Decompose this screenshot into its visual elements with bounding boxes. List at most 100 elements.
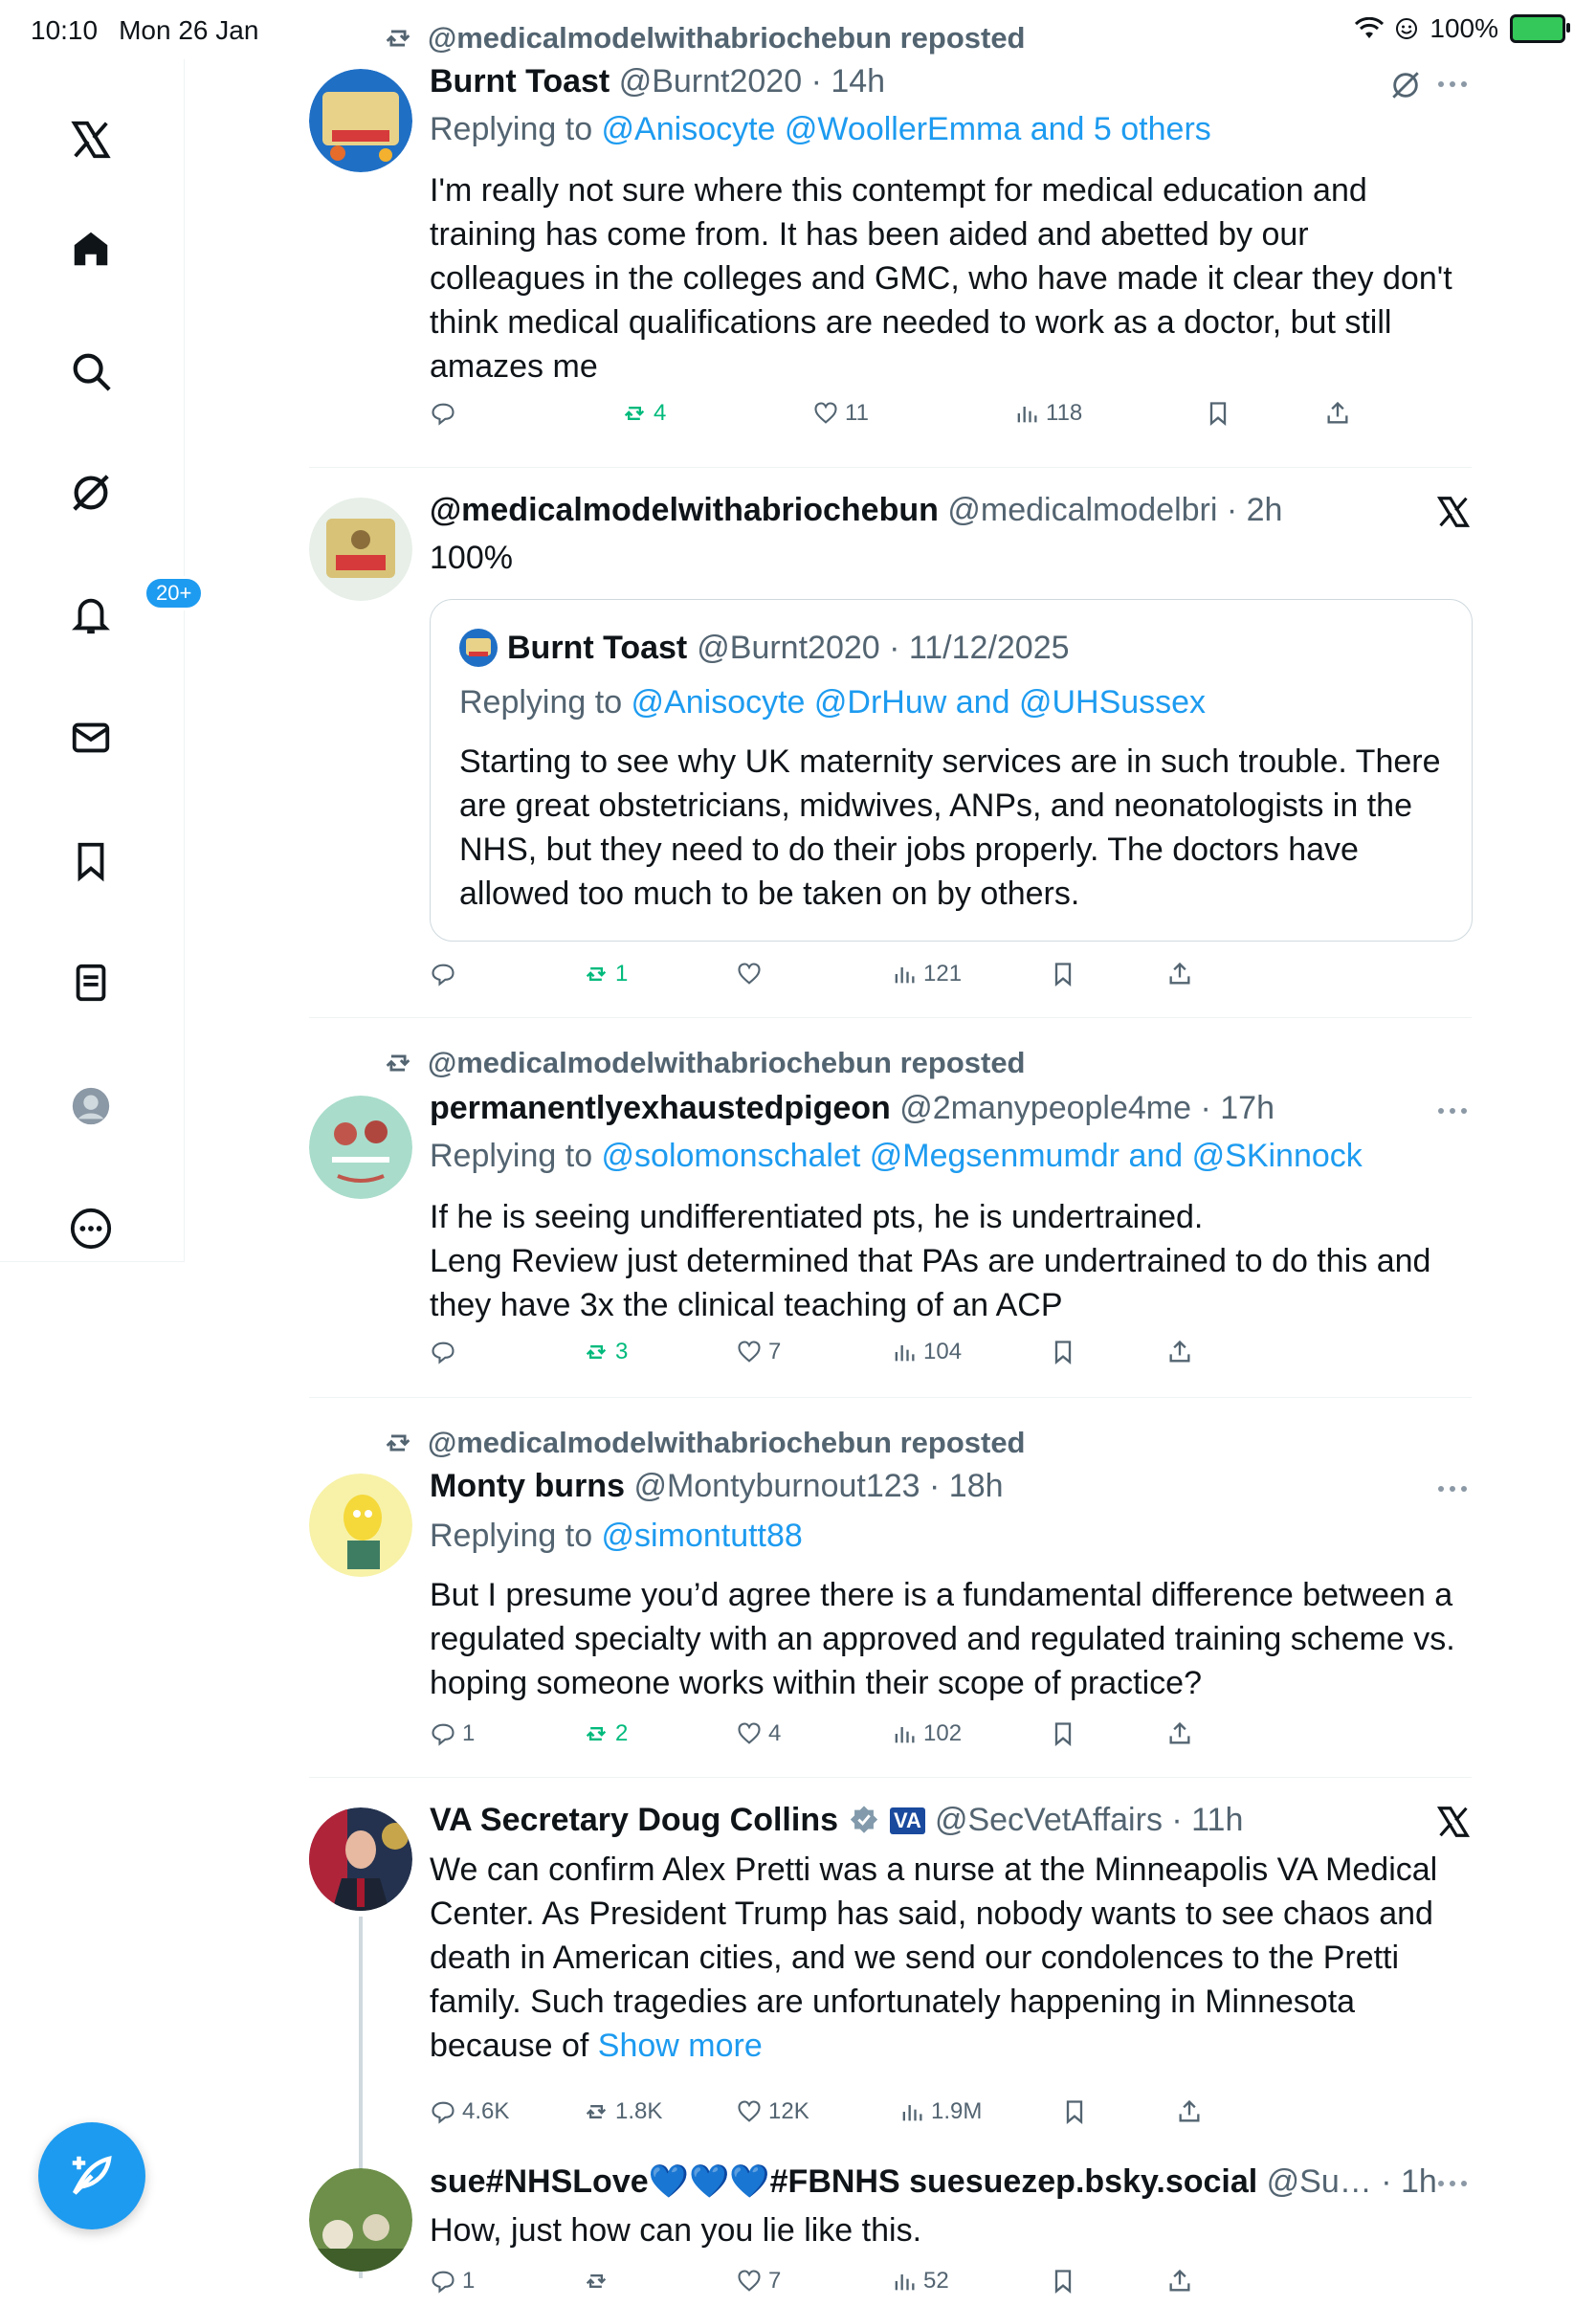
author-handle[interactable]: @medicalmodelbri · 2h (947, 492, 1282, 528)
bookmark-button[interactable] (1050, 1339, 1076, 1365)
like-button[interactable]: 7 (736, 1339, 781, 1365)
reply-button[interactable]: 4.6K (430, 2098, 509, 2125)
bookmark-icon (1054, 1341, 1072, 1364)
sidebar-item-home[interactable] (59, 217, 122, 280)
retweet-icon (624, 407, 645, 420)
reply-button[interactable]: 1 (430, 2268, 475, 2295)
bookmark-button[interactable] (1061, 2098, 1088, 2125)
home-icon (74, 232, 108, 266)
like-button[interactable]: 11 (812, 400, 869, 427)
retweet-button[interactable]: 1 (583, 961, 628, 987)
author-handle[interactable]: @Su… · 1h (1267, 2163, 1437, 2200)
author-handle[interactable]: @Montyburnout123 · 18h (633, 1468, 1003, 1504)
x-logo-icon[interactable] (1435, 494, 1472, 530)
share-icon (1169, 2269, 1190, 2292)
replying-to-links[interactable]: @Anisocyte @WoollerEmma and 5 others (602, 111, 1211, 147)
sidebar-item-grok[interactable] (59, 461, 122, 524)
reply-button[interactable]: 1 (430, 1720, 475, 1747)
author-name[interactable]: sue#NHSLove💙💙💙#FBNHS suesuezep.bsky.soci… (430, 2163, 1257, 2200)
replying-to-links[interactable]: @simontutt88 (602, 1518, 803, 1554)
share-button[interactable] (1176, 2098, 1203, 2125)
retweet-button[interactable]: 3 (583, 1339, 628, 1365)
post-header: @medicalmodelwithabriochebun @medicalmod… (430, 492, 1282, 529)
more-options-icon[interactable] (1433, 2174, 1472, 2193)
share-button[interactable] (1324, 400, 1351, 427)
more-options-icon[interactable] (1433, 1101, 1472, 1120)
author-handle[interactable]: @Burnt2020 · 14h (619, 63, 885, 100)
x-logo-icon[interactable] (1435, 1804, 1472, 1840)
focus-smile-icon (1396, 18, 1418, 39)
share-button[interactable] (1166, 2268, 1193, 2295)
author-name[interactable]: Monty burns (430, 1468, 625, 1504)
author-name[interactable]: @medicalmodelwithabriochebun (430, 492, 939, 528)
bookmark-button[interactable] (1050, 1720, 1076, 1747)
share-button[interactable] (1166, 1720, 1193, 1747)
reply-icon (432, 2271, 454, 2294)
reply-button[interactable] (430, 400, 456, 427)
sidebar-item-x-logo[interactable] (59, 108, 122, 171)
quoted-header: Burnt Toast @Burnt2020 · 11/12/2025 (459, 629, 1070, 667)
author-name[interactable]: permanentlyexhaustedpigeon (430, 1090, 891, 1126)
like-button[interactable]: 7 (736, 2268, 781, 2295)
quoted-post[interactable]: Burnt Toast @Burnt2020 · 11/12/2025 Repl… (430, 599, 1473, 942)
share-button[interactable] (1166, 1339, 1193, 1365)
reply-button[interactable] (430, 961, 456, 987)
more-options-icon[interactable] (1433, 1479, 1472, 1498)
author-handle[interactable]: @SecVetAffairs · 11h (935, 1802, 1243, 1839)
avatar-image (309, 1474, 412, 1577)
reply-count: 1 (462, 2268, 476, 2294)
avatar[interactable] (309, 2168, 412, 2272)
sidebar-item-profile[interactable] (59, 1075, 122, 1138)
retweet-button[interactable]: 2 (583, 1720, 628, 1747)
compose-button[interactable] (38, 2122, 145, 2229)
views-button[interactable]: 118 (1013, 400, 1082, 427)
retweet-button[interactable]: 1.8K (583, 2098, 662, 2125)
author-name[interactable]: VA Secretary Doug Collins (430, 1802, 838, 1839)
replying-to-prefix: Replying to (430, 1138, 602, 1174)
avatar[interactable] (309, 69, 412, 172)
author-name[interactable]: Burnt Toast (430, 63, 610, 100)
grok-icon[interactable] (1389, 69, 1422, 101)
sidebar-item-lists[interactable] (59, 951, 122, 1014)
sidebar-item-notifications[interactable]: 20+ (59, 576, 205, 647)
reply-button[interactable] (430, 1339, 456, 1365)
views-button[interactable]: 1.9M (898, 2098, 982, 2125)
retweet-button[interactable] (583, 2268, 610, 2295)
views-button[interactable]: 52 (891, 2268, 949, 2295)
like-button[interactable] (736, 961, 763, 987)
views-count: 104 (923, 1339, 963, 1364)
sidebar-item-more[interactable] (59, 1197, 122, 1260)
reply-icon (432, 964, 454, 987)
replying-to-links[interactable]: @solomonschalet @Megsenmumdr and @SKinno… (602, 1138, 1363, 1174)
like-button[interactable]: 12K (736, 2098, 809, 2125)
bookmark-button[interactable] (1205, 400, 1231, 427)
bookmark-icon (1054, 963, 1072, 987)
retweet-button[interactable]: 4 (621, 400, 666, 427)
like-button[interactable]: 4 (736, 1720, 781, 1747)
more-options-icon[interactable] (1433, 75, 1472, 94)
post-text: How, just how can you lie like this. (430, 2212, 922, 2249)
repost-label-text: @medicalmodelwithabriochebun reposted (428, 1426, 1026, 1459)
sidebar-item-bookmarks[interactable] (59, 830, 122, 893)
views-count: 52 (923, 2268, 949, 2294)
avatar[interactable] (309, 1096, 412, 1199)
views-button[interactable]: 104 (891, 1339, 962, 1365)
avatar[interactable] (309, 1807, 412, 1911)
list-icon (76, 964, 106, 1002)
bookmark-button[interactable] (1050, 2268, 1076, 2295)
bookmark-button[interactable] (1050, 961, 1076, 987)
retweet-count: 4 (654, 400, 667, 426)
author-handle[interactable]: @2manypeople4me · 17h (899, 1090, 1275, 1126)
views-button[interactable]: 121 (891, 961, 962, 987)
show-more-link[interactable]: Show more (598, 2028, 763, 2064)
retweet-count: 3 (615, 1339, 629, 1364)
action-bar: 3 7 104 (430, 1339, 1386, 1377)
avatar[interactable] (309, 498, 412, 601)
battery-icon (1510, 14, 1570, 43)
share-button[interactable] (1166, 961, 1193, 987)
avatar[interactable] (309, 1474, 412, 1577)
sidebar-item-messages[interactable] (59, 706, 122, 769)
sidebar-item-explore[interactable] (59, 340, 122, 403)
replying-to-links[interactable]: @Anisocyte @DrHuw and @UHSussex (632, 684, 1207, 721)
views-button[interactable]: 102 (891, 1720, 962, 1747)
